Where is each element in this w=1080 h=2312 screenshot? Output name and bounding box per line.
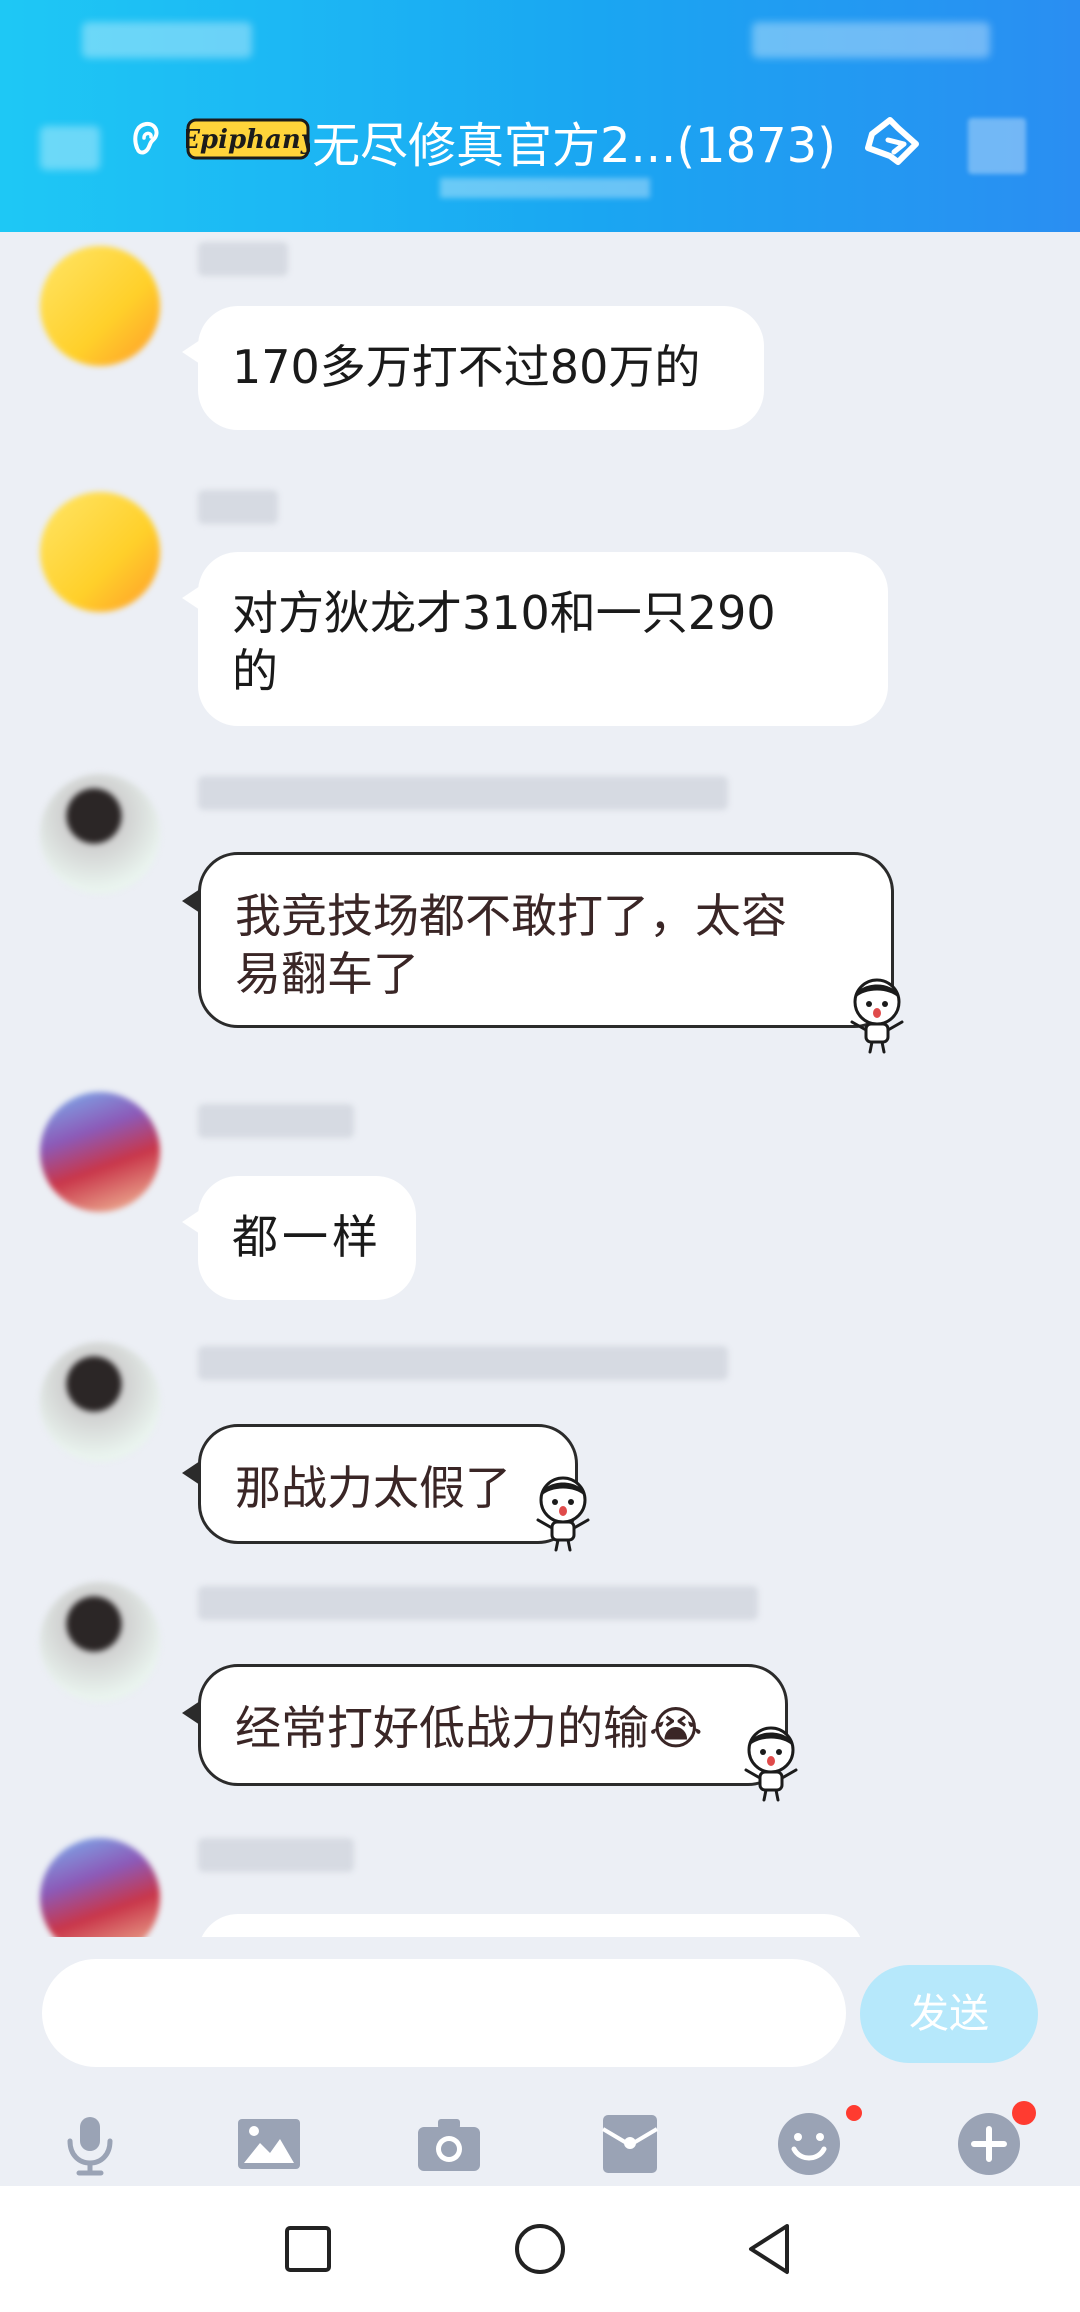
avatar[interactable]	[40, 1582, 160, 1702]
system-nav-bar	[0, 2186, 1080, 2312]
message-bubble[interactable]: 都一样	[182, 1176, 416, 1300]
title-row: Epiphany 无尽修真官方2...(1873)	[0, 100, 1080, 180]
status-bar-right	[752, 22, 990, 58]
message-bubble[interactable]: 那战力太假了	[182, 1424, 578, 1544]
plus-icon[interactable]	[956, 2111, 1022, 2177]
message-bubble[interactable]: 对方狄龙才310和一只290 的	[182, 552, 888, 726]
sender-name	[198, 242, 288, 276]
camera-icon[interactable]	[416, 2111, 482, 2177]
avatar[interactable]	[40, 1838, 160, 1937]
avatar[interactable]	[40, 492, 160, 612]
input-toolbar	[0, 2087, 1080, 2197]
group-badge-logo: Epiphany	[186, 118, 310, 160]
emoji-icon[interactable]	[776, 2111, 842, 2177]
microphone-icon[interactable]	[57, 2111, 123, 2177]
avatar[interactable]	[40, 774, 160, 894]
plus-notification-dot	[1012, 2101, 1036, 2125]
cartoon-sticker-icon	[536, 1476, 590, 1552]
sender-name	[198, 490, 278, 524]
message-bubble-partial[interactable]	[198, 1914, 864, 1937]
message-input[interactable]	[42, 1959, 846, 2067]
cartoon-sticker-icon	[850, 978, 904, 1054]
sender-name	[198, 776, 728, 810]
back-icon[interactable]	[737, 2216, 803, 2282]
message-bubble[interactable]: 170多万打不过80万的	[182, 306, 764, 430]
message-bubble[interactable]: 我竞技场都不敢打了，太容 易翻车了	[182, 852, 894, 1028]
header-subtitle	[440, 178, 650, 198]
brand-logo-text: Epiphany	[186, 125, 310, 155]
message-bubble[interactable]: 经常打好低战力的输😭	[182, 1664, 788, 1786]
emoji-notification-dot	[846, 2105, 862, 2121]
sender-name	[198, 1838, 354, 1872]
sender-name	[198, 1346, 728, 1380]
sender-name	[198, 1586, 758, 1620]
more-menu-button[interactable]	[968, 118, 1026, 174]
cartoon-sticker-icon	[744, 1726, 798, 1802]
red-packet-icon[interactable]	[597, 2111, 663, 2177]
share-icon[interactable]	[858, 114, 928, 176]
group-title[interactable]: 无尽修真官方2...(1873)	[312, 106, 836, 176]
message-list[interactable]: 170多万打不过80万的 对方狄龙才310和一只290 的 我竞技场都不敢打了，…	[0, 232, 1080, 1937]
ear-icon[interactable]	[120, 114, 170, 164]
avatar[interactable]	[40, 246, 160, 366]
send-button[interactable]: 发送	[860, 1965, 1038, 2063]
image-icon[interactable]	[236, 2111, 302, 2177]
home-icon[interactable]	[507, 2216, 573, 2282]
sender-name	[198, 1104, 354, 1138]
avatar[interactable]	[40, 1342, 160, 1462]
recent-apps-icon[interactable]	[275, 2216, 341, 2282]
status-bar-left	[82, 22, 252, 58]
chat-header: Epiphany 无尽修真官方2...(1873)	[0, 0, 1080, 232]
avatar[interactable]	[40, 1092, 160, 1212]
